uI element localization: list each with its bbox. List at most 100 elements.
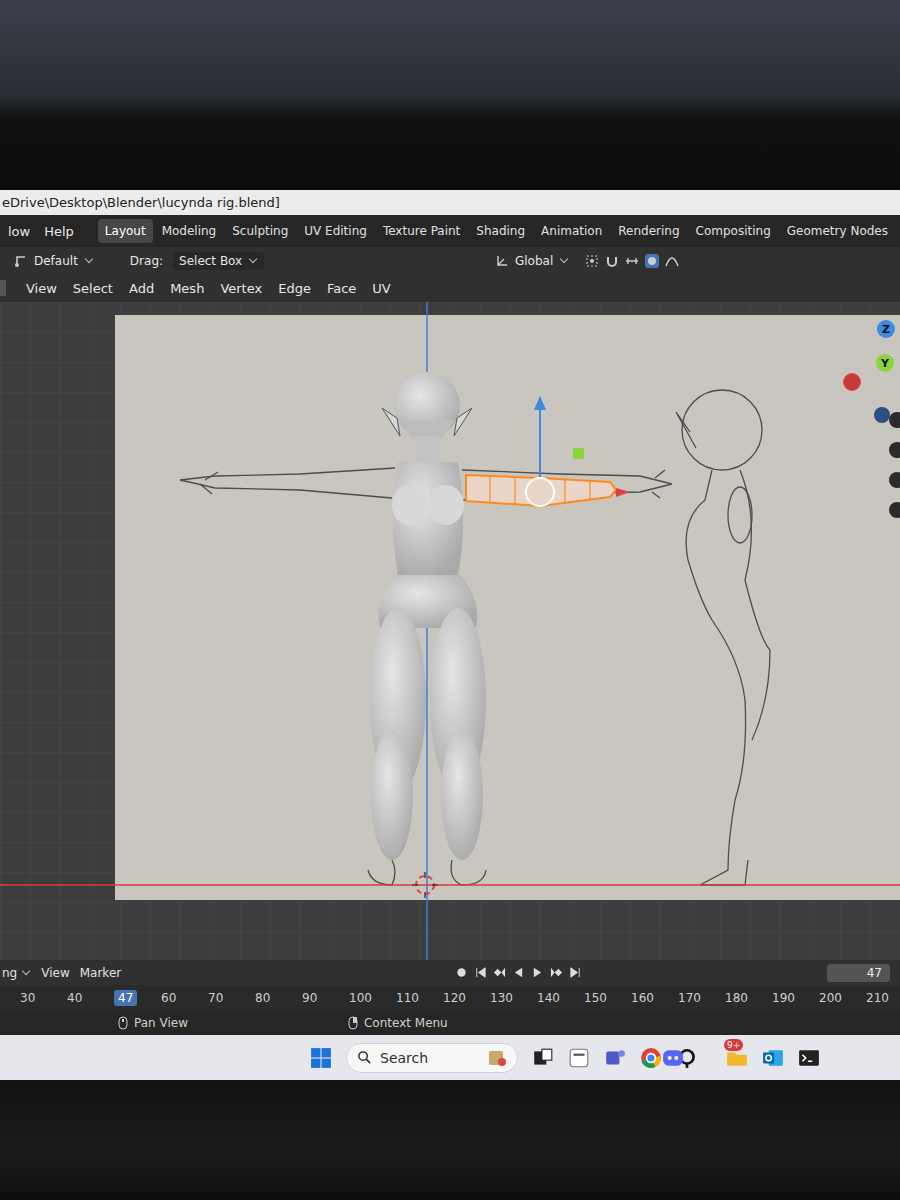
windows-start-icon[interactable] (310, 1047, 332, 1069)
teams-icon[interactable] (604, 1047, 626, 1069)
zoom-icon[interactable] (889, 412, 900, 428)
frame-tick: 30 (20, 991, 67, 1005)
frame-tick: 120 (443, 991, 490, 1005)
viewport-menu-item[interactable]: Face (321, 279, 362, 298)
mouse-icon (118, 1016, 128, 1030)
camera-icon[interactable] (889, 472, 900, 488)
workspace-tab[interactable]: Sculpting (225, 219, 295, 243)
selected-arm[interactable] (466, 475, 616, 506)
search-placeholder: Search (380, 1050, 428, 1066)
move-gizmo[interactable] (526, 396, 630, 506)
jump-start-icon[interactable] (474, 966, 487, 979)
taskbar-search[interactable]: Search (346, 1043, 518, 1073)
windows-taskbar: Search 9+ (0, 1035, 900, 1080)
hand-icon[interactable] (889, 442, 900, 458)
record-icon[interactable] (455, 966, 468, 979)
chevron-icon (85, 255, 93, 263)
timeline-menu-item[interactable]: Marker (80, 966, 121, 980)
screen: eDrive\Desktop\Blender\lucynda rig.blend… (0, 190, 900, 1080)
workspace-tab[interactable]: Geometry Nodes (780, 219, 895, 243)
timeline-menu-item[interactable]: View (41, 966, 69, 980)
chrome-icon[interactable] (640, 1047, 662, 1069)
search-icon (357, 1050, 372, 1065)
top-bar: lowHelp LayoutModelingSculptingUV Editing… (0, 215, 900, 247)
workspace-tab[interactable]: Compositing (689, 219, 778, 243)
drag-dropdown[interactable]: Select Box (173, 252, 264, 270)
prev-key-icon[interactable] (493, 966, 506, 979)
jump-end-icon[interactable] (569, 966, 582, 979)
frame-tick: 47 (114, 991, 161, 1005)
scene-canvas[interactable] (0, 302, 900, 960)
next-key-icon[interactable] (550, 966, 563, 979)
viewport-menu-item[interactable]: Add (123, 279, 160, 298)
x-axis-icon[interactable] (843, 373, 861, 391)
window-title: eDrive\Desktop\Blender\lucynda rig.blend… (2, 195, 280, 210)
outlook-icon[interactable] (762, 1047, 784, 1069)
magnet-icon[interactable] (605, 254, 619, 268)
current-frame-field[interactable]: 47 (827, 964, 890, 982)
pivot-icon[interactable] (585, 254, 599, 268)
workspace-tab[interactable]: Shading (469, 219, 532, 243)
notification-badge: 9+ (724, 1039, 743, 1051)
frame-tick: 190 (772, 991, 819, 1005)
viewport-menu-item[interactable]: Edge (272, 279, 317, 298)
viewport-menu-item[interactable]: Mesh (164, 279, 210, 298)
timeline: ng ViewMarker473040476070809010011012013… (0, 960, 900, 1010)
discord-icon (662, 1047, 684, 1069)
play-reverse-icon[interactable] (512, 966, 525, 979)
widgets-icon[interactable] (568, 1047, 590, 1069)
terminal-icon[interactable] (798, 1047, 820, 1069)
task-view-icon[interactable] (532, 1047, 554, 1069)
play-icon[interactable] (531, 966, 544, 979)
timeline-menu-item[interactable]: ng (2, 966, 31, 980)
workspace-tab[interactable]: UV Editing (297, 219, 374, 243)
editor-type-icon[interactable] (0, 280, 6, 296)
snapping-tools (585, 254, 679, 268)
frame-tick: 180 (725, 991, 772, 1005)
character-model[interactable] (370, 372, 486, 860)
monitor-bezel-bottom (0, 1080, 900, 1200)
frame-tick: 130 (490, 991, 537, 1005)
menu-item[interactable]: Help (38, 221, 80, 242)
viewport-menu-item[interactable]: UV (366, 279, 396, 298)
drag-label: Drag: (130, 254, 163, 268)
viewport-menu-item[interactable]: Select (67, 279, 119, 298)
grid-icon[interactable] (889, 502, 900, 518)
orientation-dropdown[interactable]: Global (489, 252, 575, 270)
status-bar: Pan View Context Menu (0, 1010, 900, 1035)
chevron-icon (249, 255, 257, 263)
workspace-tab[interactable]: Animation (534, 219, 609, 243)
tool-header: Default Drag: Select Box Global (0, 247, 900, 274)
viewport-side-tools (889, 412, 900, 518)
viewport-menu-item[interactable]: View (20, 279, 63, 298)
axis-label[interactable]: Y (876, 354, 894, 372)
workspace-tab[interactable]: Layout (98, 219, 153, 243)
title-bar: eDrive\Desktop\Blender\lucynda rig.blend… (0, 190, 900, 215)
drag-value: Select Box (179, 254, 242, 268)
timeline-header: ng View Marker 47 (0, 960, 900, 985)
3d-cursor-icon[interactable] (412, 872, 438, 898)
monitor-bezel-top (0, 0, 900, 190)
workspace-tab[interactable]: Rendering (611, 219, 686, 243)
snap-increment-icon[interactable] (625, 254, 639, 268)
transform-icon (14, 254, 28, 268)
neg-z-axis-icon[interactable] (874, 407, 890, 423)
orientation-label: Global (515, 254, 553, 268)
status-hint: Pan View (118, 1016, 188, 1030)
frame-tick: 90 (302, 991, 349, 1005)
frame-tick: 100 (349, 991, 396, 1005)
timeline-ruler[interactable]: 3040476070809010011012013014015016017018… (0, 985, 900, 1010)
playback-controls (455, 966, 582, 979)
menu-item[interactable]: low (2, 221, 36, 242)
workspace-tab[interactable]: Texture Paint (376, 219, 467, 243)
viewport-menu-item[interactable]: Vertex (214, 279, 268, 298)
falloff-icon[interactable] (665, 254, 679, 268)
navigation-gizmo[interactable]: ZY (838, 320, 900, 410)
proportional-icon[interactable] (645, 254, 659, 268)
workspace-tab[interactable]: Modeling (155, 219, 224, 243)
frame-tick: 140 (537, 991, 584, 1005)
mode-dropdown[interactable]: Default (8, 252, 100, 270)
3d-viewport[interactable]: ZY (0, 302, 900, 960)
axis-label[interactable]: Z (877, 320, 895, 338)
photo: eDrive\Desktop\Blender\lucynda rig.blend… (0, 0, 900, 1200)
